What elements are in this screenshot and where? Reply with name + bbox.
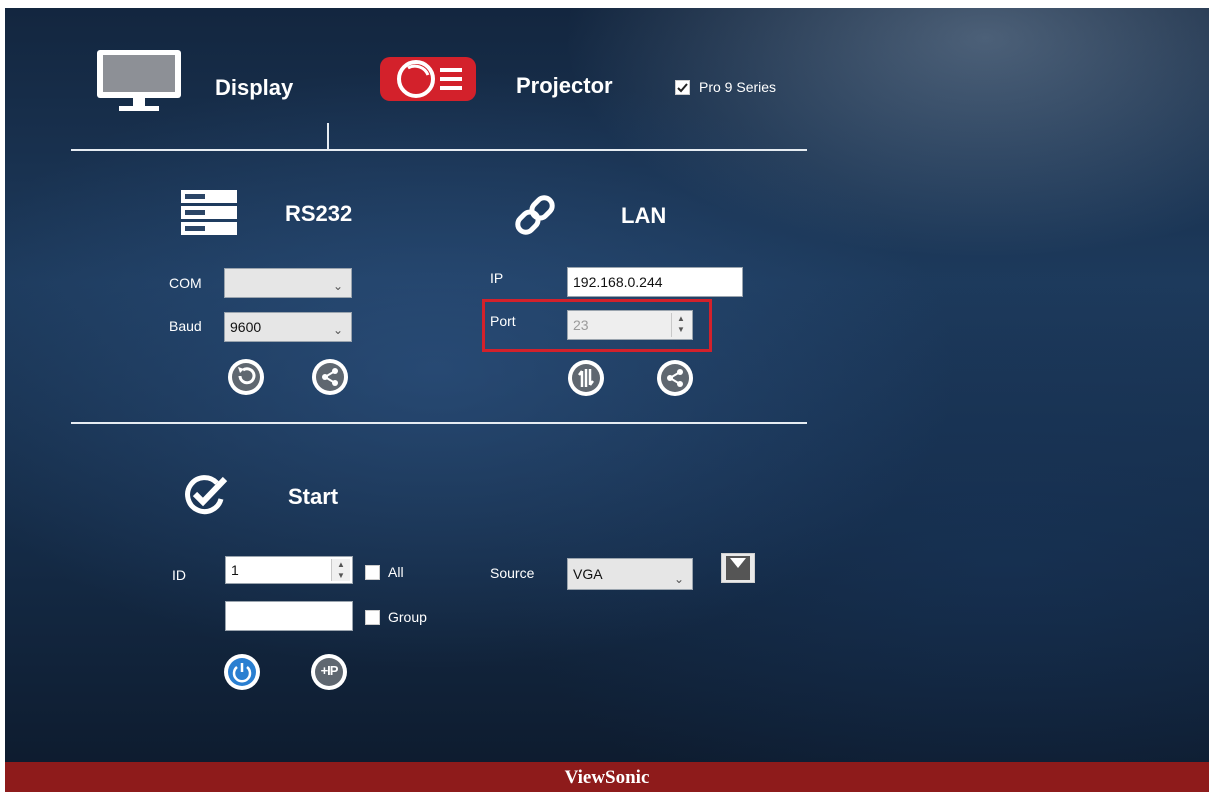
port-stepper[interactable]: 23 ▲ ▼ <box>567 310 693 340</box>
source-value: VGA <box>573 566 603 582</box>
com-label: COM <box>169 275 202 291</box>
start-title: Start <box>288 484 339 509</box>
display-tab[interactable]: Display <box>93 48 323 114</box>
spin-down-icon[interactable]: ▼ <box>672 324 690 335</box>
rs232-share-button[interactable] <box>312 359 348 395</box>
power-icon <box>232 663 252 683</box>
footer-bar: ViewSonic <box>5 762 1209 792</box>
port-label: Port <box>490 313 516 329</box>
all-checkbox[interactable] <box>365 565 380 580</box>
baud-label: Baud <box>169 318 202 334</box>
projector-icon <box>380 57 476 101</box>
id-value: 1 <box>231 562 239 578</box>
monitor-icon <box>97 50 181 111</box>
port-value: 23 <box>573 317 589 333</box>
pro9-label: Pro 9 Series <box>699 79 777 95</box>
spin-up-icon[interactable]: ▲ <box>332 559 350 570</box>
share-icon <box>667 369 683 387</box>
network-ping-icon <box>578 369 594 387</box>
spin-down-icon[interactable]: ▼ <box>332 570 350 581</box>
header-divider <box>71 149 807 151</box>
projector-label: Projector <box>516 73 613 98</box>
refresh-icon <box>238 367 256 385</box>
app-window: Display Projector Pro 9 Series RS232 COM… <box>5 8 1209 792</box>
add-ip-label: +IP <box>320 663 339 678</box>
check-circle-icon <box>185 475 228 515</box>
id-label: ID <box>172 567 186 583</box>
server-stack-icon <box>181 190 237 235</box>
source-select[interactable]: VGA ⌄ <box>567 558 693 590</box>
section-divider <box>71 422 807 424</box>
projector-tab[interactable]: Projector <box>378 53 633 113</box>
com-select[interactable]: ⌄ <box>224 268 352 298</box>
baud-select[interactable]: 9600 ⌄ <box>224 312 352 342</box>
ip-value: 192.168.0.244 <box>573 274 663 290</box>
ping-button[interactable] <box>568 360 604 396</box>
share-icon <box>322 368 338 386</box>
display-label: Display <box>215 75 294 100</box>
tab-pointer <box>327 123 329 149</box>
source-apply-button[interactable] <box>721 553 755 583</box>
chevron-down-icon: ⌄ <box>332 279 343 293</box>
checkmark-icon <box>677 83 688 93</box>
dropdown-arrow-icon <box>726 556 750 580</box>
spin-up-icon[interactable]: ▲ <box>672 313 690 324</box>
chevron-down-icon: ⌄ <box>332 323 343 337</box>
group-label: Group <box>388 609 427 625</box>
group-checkbox[interactable] <box>365 610 380 625</box>
all-label: All <box>388 564 404 580</box>
rs232-title: RS232 <box>285 201 353 226</box>
ip-label: IP <box>490 270 504 286</box>
ip-input[interactable]: 192.168.0.244 <box>567 267 743 297</box>
source-label: Source <box>490 565 535 581</box>
refresh-button[interactable] <box>228 359 264 395</box>
power-button[interactable] <box>224 654 260 690</box>
id-stepper[interactable]: 1 ▲ ▼ <box>225 556 353 584</box>
lan-title: LAN <box>621 203 667 228</box>
group-input[interactable] <box>225 601 353 631</box>
brand-logo: ViewSonic <box>564 767 650 788</box>
pro9-series-checkbox[interactable]: Pro 9 Series <box>675 78 800 98</box>
baud-value: 9600 <box>230 319 262 335</box>
link-icon <box>515 195 555 235</box>
lan-share-button[interactable] <box>657 360 693 396</box>
port-spin-buttons[interactable]: ▲ ▼ <box>671 313 690 337</box>
chevron-down-icon: ⌄ <box>673 572 684 586</box>
id-spin-buttons[interactable]: ▲ ▼ <box>331 559 350 581</box>
pro9-checkbox-box[interactable] <box>675 80 690 95</box>
add-ip-button[interactable]: +IP <box>311 654 347 690</box>
